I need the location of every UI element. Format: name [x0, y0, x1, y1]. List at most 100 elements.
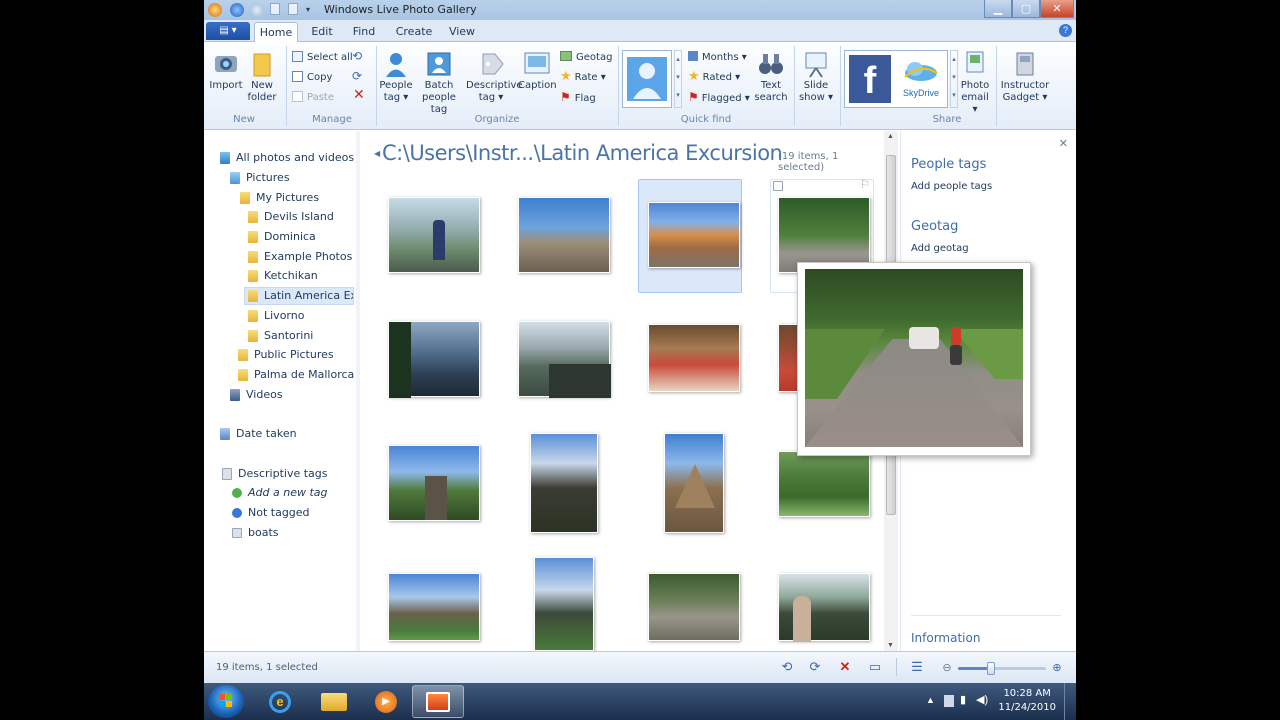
photo-thumbnail[interactable]	[388, 573, 480, 641]
photo-thumbnail[interactable]	[778, 451, 870, 517]
close-pane-icon[interactable]: ✕	[1059, 137, 1068, 150]
slideshow-icon[interactable]: ▭	[866, 658, 884, 676]
details-view-icon[interactable]: ☰	[908, 658, 926, 676]
rotate-left-icon[interactable]: ⟲	[352, 50, 362, 62]
photo-thumbnail[interactable]	[530, 433, 598, 533]
tray-volume-icon[interactable]: ◀)	[976, 693, 988, 706]
photo-thumbnail-selected[interactable]	[648, 202, 740, 268]
photo-thumbnail[interactable]	[388, 445, 480, 521]
descriptive-tag-button[interactable]: Descriptive tag ▾	[466, 50, 523, 104]
back-icon[interactable]	[230, 3, 244, 17]
taskbar-clock[interactable]: 10:28 AM 11/24/2010	[998, 687, 1056, 715]
help-icon[interactable]: ?	[1059, 24, 1072, 37]
show-desktop-button[interactable]	[1064, 683, 1076, 720]
months-button[interactable]: Months ▾	[688, 51, 747, 64]
taskbar-ie[interactable]: e	[254, 685, 306, 718]
print-icon[interactable]	[288, 3, 298, 15]
rate-button[interactable]: ★ Rate ▾	[560, 70, 606, 84]
add-people-tags-link[interactable]: Add people tags	[911, 181, 992, 192]
maximize-button[interactable]: ▢	[1012, 0, 1040, 18]
nav-tag-boats[interactable]: boats	[232, 524, 279, 542]
tray-network-icon[interactable]	[944, 695, 954, 707]
delete-icon[interactable]: ✕	[353, 88, 365, 102]
tab-edit[interactable]: Edit	[306, 22, 338, 42]
scroll-down-icon[interactable]: ▼	[887, 642, 894, 649]
rotate-right-icon[interactable]: ⟳	[352, 70, 362, 82]
breadcrumb-arrow-icon[interactable]: ◀	[374, 149, 380, 158]
delete-icon[interactable]: ✕	[836, 658, 854, 676]
select-checkbox[interactable]	[773, 181, 783, 191]
nav-pictures[interactable]: Pictures	[230, 169, 290, 187]
nav-descriptive-tags[interactable]: Descriptive tags	[222, 465, 328, 483]
app-menu-button[interactable]: ▤ ▾	[206, 22, 250, 40]
forward-icon[interactable]	[250, 3, 264, 17]
nav-videos[interactable]: Videos	[230, 386, 283, 404]
taskbar-media-player[interactable]: ▶	[360, 685, 412, 718]
zoom-in-icon[interactable]: ⊕	[1048, 658, 1066, 676]
taskbar-explorer[interactable]	[308, 685, 360, 718]
add-geotag-link[interactable]: Add geotag	[911, 243, 969, 254]
taskbar-photo-gallery[interactable]	[412, 685, 464, 718]
import-button[interactable]: Import	[208, 50, 244, 92]
tab-home[interactable]: Home	[254, 22, 298, 42]
save-icon[interactable]	[270, 3, 280, 15]
customize-qat-icon[interactable]: ▾	[306, 5, 316, 15]
batch-people-tag-button[interactable]: Batch people tag	[414, 50, 464, 116]
flag-toggle-icon[interactable]: ⚐	[860, 178, 870, 191]
tray-signal-icon[interactable]: ▮	[960, 693, 966, 706]
people-filter-gallery[interactable]	[622, 50, 672, 108]
tab-create[interactable]: Create	[392, 22, 436, 42]
share-scroll-button[interactable]: ▴ ▾ ▾	[950, 50, 958, 108]
nav-folder[interactable]: Ketchikan	[248, 267, 318, 285]
photo-thumbnail[interactable]	[778, 573, 870, 642]
nav-folder[interactable]: Devils Island	[248, 208, 334, 226]
paste-button[interactable]: Paste	[292, 91, 334, 104]
slide-show-button[interactable]: Slide show ▾	[798, 50, 834, 104]
zoom-slider-thumb[interactable]	[987, 662, 996, 675]
photo-thumbnail[interactable]	[648, 324, 740, 392]
nav-date-taken[interactable]: Date taken	[220, 425, 297, 443]
nav-folder[interactable]: Dominica	[248, 228, 316, 246]
instructor-gadget-button[interactable]: Instructor Gadget ▾	[1000, 50, 1050, 104]
tab-find[interactable]: Find	[348, 22, 380, 42]
zoom-slider[interactable]	[958, 662, 1046, 675]
caption-button[interactable]: Caption	[518, 50, 557, 92]
photo-thumbnail[interactable]	[664, 433, 724, 533]
tab-view[interactable]: View	[444, 22, 480, 42]
photo-thumbnail[interactable]	[388, 321, 480, 398]
select-all-button[interactable]: Select all	[292, 51, 353, 64]
close-button[interactable]: ✕	[1040, 0, 1074, 18]
photo-email-button[interactable]: Photo email ▾	[960, 50, 990, 116]
information-heading[interactable]: Information	[911, 631, 980, 645]
nav-my-pictures[interactable]: My Pictures	[240, 189, 319, 207]
minimize-button[interactable]: ▁	[984, 0, 1012, 18]
nav-folder[interactable]: Livorno	[248, 307, 304, 325]
text-search-button[interactable]: Text search	[752, 50, 790, 104]
facebook-icon[interactable]: f	[849, 55, 891, 103]
new-folder-button[interactable]: New folder	[244, 50, 280, 104]
flagged-button[interactable]: ⚑ Flagged ▾	[688, 91, 750, 105]
nav-folder-selected[interactable]: Latin America Excur	[244, 287, 354, 305]
people-tag-button[interactable]: People tag ▾	[378, 50, 414, 104]
geotag-button[interactable]: Geotag	[560, 51, 612, 64]
flag-button[interactable]: ⚑ Flag	[560, 91, 596, 105]
nav-add-tag[interactable]: Add a new tag	[232, 484, 328, 502]
photo-thumbnail[interactable]	[388, 197, 480, 273]
photo-thumbnail[interactable]	[648, 573, 740, 641]
start-button[interactable]	[208, 685, 244, 718]
copy-button[interactable]: Copy	[292, 71, 332, 84]
photo-thumbnail[interactable]	[518, 197, 610, 273]
zoom-out-icon[interactable]: ⊖	[938, 658, 956, 676]
gallery-scroll-button[interactable]: ▴ ▾ ▾	[674, 50, 682, 108]
scroll-up-icon[interactable]: ▲	[887, 133, 894, 140]
nav-public-pictures[interactable]: Public Pictures	[238, 346, 334, 364]
rotate-right-icon[interactable]: ⟳	[806, 658, 824, 676]
nav-palma[interactable]: Palma de Mallorca	[238, 366, 354, 384]
nav-all-photos[interactable]: All photos and videos	[220, 149, 354, 167]
photo-thumbnail[interactable]	[518, 321, 611, 398]
tray-arrow-icon[interactable]: ▲	[926, 695, 935, 705]
rated-button[interactable]: ★ Rated ▾	[688, 70, 740, 84]
nav-not-tagged[interactable]: Not tagged	[232, 504, 310, 522]
rotate-left-icon[interactable]: ⟲	[778, 658, 796, 676]
photo-thumbnail[interactable]	[534, 557, 594, 651]
